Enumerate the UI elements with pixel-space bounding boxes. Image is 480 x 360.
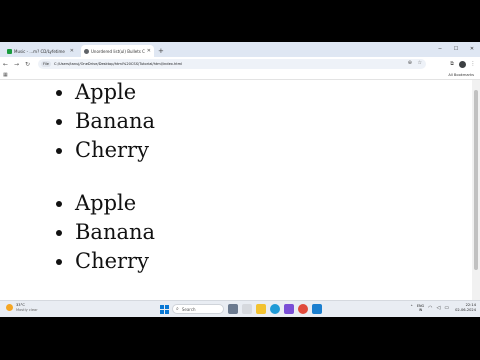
reload-icon[interactable]: ↻: [22, 61, 33, 68]
minimize-icon[interactable]: ─: [432, 42, 448, 57]
language-code: ENG: [416, 303, 425, 308]
list-item: Banana: [75, 107, 155, 136]
unordered-list-1: Apple Banana Cherry: [75, 78, 155, 165]
list-item: Banana: [75, 218, 155, 247]
list-item: Apple: [75, 189, 155, 218]
list-item: Cherry: [75, 247, 155, 276]
profile-avatar[interactable]: [459, 60, 466, 68]
region-code: IN: [418, 307, 423, 312]
address-bar[interactable]: File C:/Users/tanuj/OneDrive/Desktop/htm…: [38, 59, 426, 69]
weather-widget[interactable]: 33°C Mostly clear: [6, 303, 38, 312]
zoom-icon[interactable]: ⊕: [408, 60, 412, 66]
tab-strip: Music - ...m? CD/Lyfetime ✕ Unordered li…: [0, 42, 480, 57]
battery-icon[interactable]: ▭: [444, 305, 449, 311]
url-text[interactable]: C:/Users/tanuj/OneDrive/Desktop/html%20C…: [54, 62, 182, 66]
chevron-up-icon[interactable]: ˄: [410, 305, 413, 311]
list-item: Cherry: [75, 136, 155, 165]
menu-icon[interactable]: ⋮: [468, 61, 478, 67]
chrome-icon[interactable]: [298, 304, 308, 314]
vscode-icon[interactable]: [312, 304, 322, 314]
back-icon[interactable]: ←: [0, 61, 11, 68]
apps-grid-icon[interactable]: ▦: [3, 72, 8, 78]
windows-start-icon[interactable]: [160, 305, 169, 314]
taskbar-apps: [228, 304, 326, 314]
extensions-icon[interactable]: ⧉: [447, 61, 457, 67]
scrollbar-thumb[interactable]: [474, 90, 478, 270]
clock-date: 02-06-2024: [455, 307, 476, 312]
task-view-icon[interactable]: [228, 304, 238, 314]
edge-icon[interactable]: [270, 304, 280, 314]
windows-taskbar: 33°C Mostly clear ⌕ Search ˄ ENG IN ◠ ◁: [0, 300, 480, 317]
tab-unordered-list[interactable]: Unordered list(ul) Bullets Co... ✕: [81, 45, 154, 57]
letterbox-top: [0, 0, 480, 42]
page-content: Apple Banana Cherry Apple Banana Cherry: [0, 80, 472, 317]
tab-music[interactable]: Music - ...m? CD/Lyfetime ✕: [4, 45, 77, 57]
maximize-icon[interactable]: ☐: [448, 42, 464, 57]
search-placeholder: Search: [181, 306, 196, 312]
file-chip[interactable]: File: [41, 61, 52, 67]
tab-label: Music - ...m? CD/Lyfetime: [14, 48, 65, 54]
language-indicator[interactable]: ENG IN: [417, 304, 424, 312]
music-favicon-icon: [7, 48, 12, 54]
letterbox-bottom: [0, 317, 480, 360]
close-icon[interactable]: ✕: [147, 48, 151, 54]
weather-sun-icon: [6, 304, 13, 311]
close-icon[interactable]: ✕: [70, 48, 74, 54]
system-tray: ˄ ENG IN ◠ ◁ ▭ 22:14 02-06-2024: [406, 303, 476, 312]
all-bookmarks-button[interactable]: All Bookmarks: [448, 73, 474, 77]
list-item: Apple: [75, 78, 155, 107]
volume-icon[interactable]: ◁: [437, 305, 441, 311]
file-explorer-icon[interactable]: [256, 304, 266, 314]
screen: Music - ...m? CD/Lyfetime ✕ Unordered li…: [0, 42, 480, 317]
forward-icon[interactable]: →: [11, 61, 22, 68]
new-tab-button[interactable]: +: [158, 45, 164, 57]
close-window-icon[interactable]: ✕: [464, 42, 480, 57]
search-icon: ⌕: [176, 306, 179, 312]
wifi-icon[interactable]: ◠: [428, 305, 432, 311]
bookmarks-bar: ▦ All Bookmarks: [0, 71, 480, 80]
window-controls: ─ ☐ ✕: [432, 42, 480, 57]
toolbar-actions: ⧉ ⋮: [447, 57, 478, 71]
bookmark-star-icon[interactable]: ☆: [418, 60, 422, 66]
store-icon[interactable]: [284, 304, 294, 314]
unordered-list-2: Apple Banana Cherry: [75, 189, 155, 276]
tab-label: Unordered list(ul) Bullets Co...: [91, 48, 145, 54]
taskbar-search[interactable]: ⌕ Search: [172, 304, 224, 314]
browser-toolbar: ← → ↻ File C:/Users/tanuj/OneDrive/Deskt…: [0, 57, 480, 71]
globe-icon: [84, 48, 89, 54]
clock[interactable]: 22:14 02-06-2024: [455, 303, 476, 312]
widgets-icon[interactable]: [242, 304, 252, 314]
vertical-scrollbar[interactable]: [472, 80, 480, 317]
weather-desc: Mostly clear: [16, 307, 38, 312]
